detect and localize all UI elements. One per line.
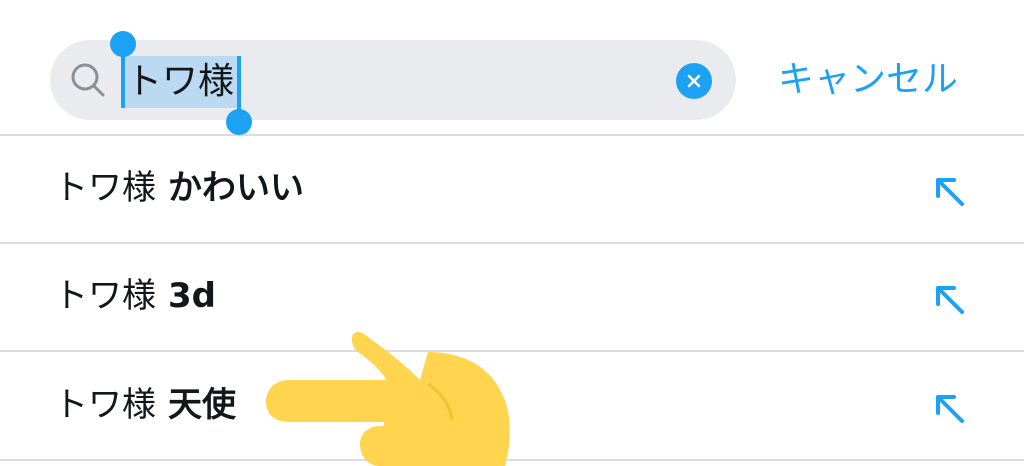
suggestion-text: トワ様 天使 [54,379,236,431]
suggestion-query: トワ様 [54,385,156,425]
search-screen: トワ様 キャンセル トワ様 かわいい トワ様 3d トワ様 天使 [0,0,1024,466]
suggestion-completion: 天使 [168,385,236,425]
suggestion-text: トワ様 かわいい [54,162,304,214]
search-icon [71,63,105,97]
suggestion-completion: 3d [168,276,216,316]
selection-start-bar [121,48,125,108]
clear-button[interactable] [676,63,712,99]
selection-end-handle[interactable] [226,109,252,135]
suggestion-completion: かわいい [168,168,304,208]
suggestion-query: トワ様 [54,276,156,316]
clear-icon [687,74,701,88]
fill-arrow-icon[interactable] [930,172,970,212]
search-header: トワ様 キャンセル [0,0,1024,136]
suggestion-query: トワ様 [54,168,156,208]
suggestion-list: トワ様 かわいい トワ様 3d トワ様 天使 [0,136,1024,466]
search-input[interactable]: トワ様 [126,56,234,108]
suggestion-row[interactable]: トワ様 3d [0,244,1024,352]
fill-arrow-icon[interactable] [930,389,970,429]
suggestion-row[interactable]: トワ様 かわいい [0,136,1024,244]
selection-start-handle[interactable] [110,31,136,57]
text-selection-highlight: トワ様 [122,56,239,108]
cancel-button[interactable]: キャンセル [778,54,958,106]
suggestion-text: トワ様 3d [54,270,216,322]
suggestion-row[interactable]: トワ様 天使 [0,353,1024,461]
fill-arrow-icon[interactable] [930,280,970,320]
